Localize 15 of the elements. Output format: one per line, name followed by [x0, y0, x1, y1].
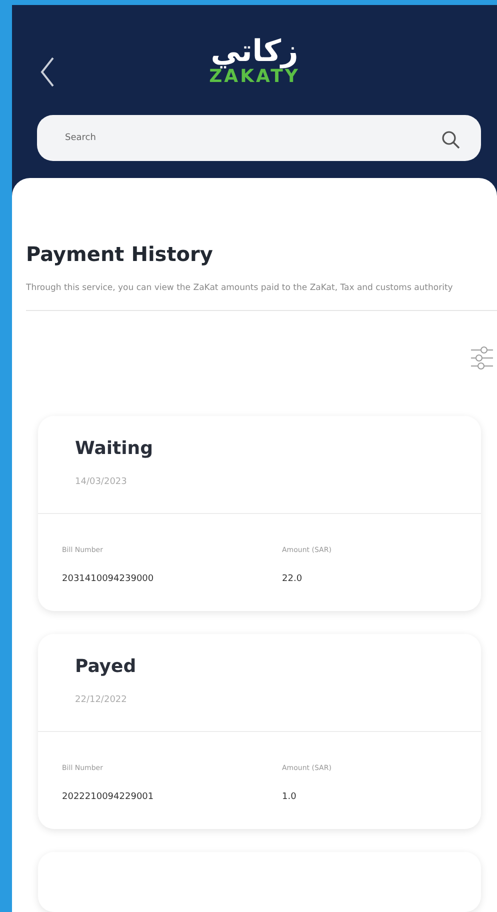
payment-status: Waiting — [75, 438, 154, 459]
page-title: Payment History — [26, 242, 214, 266]
payment-status: Payed — [75, 656, 138, 677]
search-field[interactable]: Search — [37, 115, 481, 161]
page-description: Through this service, you can view the ZaKat amounts paid to the ZaKat, Tax and customs authority — [26, 282, 454, 295]
logo-text: ZAKATY — [209, 67, 300, 88]
bill-number: 2031410094239000 — [62, 574, 155, 584]
filter-icon[interactable] — [471, 345, 493, 371]
payment-date: 22/12/2022 — [75, 695, 128, 705]
amount-value: 1.0 — [282, 792, 298, 802]
logo-arabic-text: زكاتي — [210, 37, 298, 68]
bill-number: 2022210094229001 — [62, 792, 155, 802]
amount-value: 22.0 — [282, 574, 304, 584]
search-icon[interactable] — [441, 130, 461, 150]
payment-date: 14/03/2023 — [75, 477, 128, 487]
